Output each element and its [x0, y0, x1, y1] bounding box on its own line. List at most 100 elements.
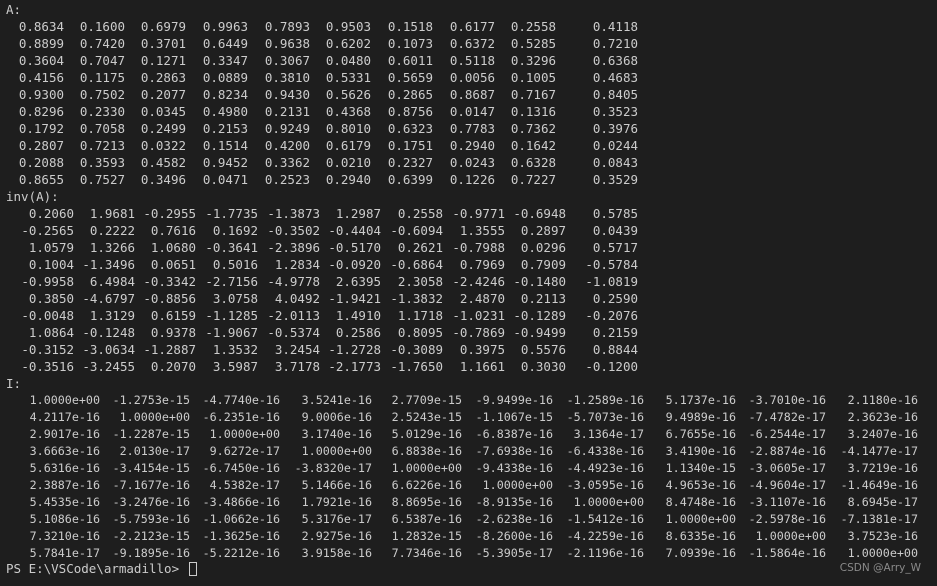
matrix-cell: 0.7058: [79, 121, 125, 136]
matrix-cell: 0.8634: [18, 19, 64, 34]
matrix-cell: 1.0000e+00: [119, 410, 190, 424]
matrix-cell: 0.2330: [79, 104, 125, 119]
matrix-cell: 0.2088: [18, 155, 64, 170]
matrix-cell: 0.8899: [18, 36, 64, 51]
matrix-cell: 5.6316e-16: [29, 461, 100, 475]
matrix-cell: 0.3362: [264, 155, 310, 170]
matrix-cell: 1.0000e+00: [665, 512, 736, 526]
matrix-cell: 0.1005: [510, 70, 556, 85]
matrix-cell: 9.6272e-17: [209, 444, 280, 458]
matrix-cell: -1.5864e-16: [748, 546, 826, 560]
matrix-cell: 1.0000e+00: [847, 546, 918, 560]
matrix-cell: 7.3210e-16: [29, 529, 100, 543]
matrix-cell: 1.7921e-16: [301, 495, 372, 509]
matrix-cell: -1.0662e-16: [202, 512, 280, 526]
matrix-cell: 0.5118: [449, 53, 495, 68]
matrix-cell: -5.2212e-16: [202, 546, 280, 560]
matrix-cell: 1.1661: [459, 359, 505, 374]
matrix-cell: 0.2558: [397, 206, 443, 221]
matrix-cell: 2.3058: [397, 274, 443, 289]
matrix-cell: 3.5241e-16: [301, 393, 372, 407]
matrix-cell: 0.0056: [449, 70, 495, 85]
matrix-cell: -1.4649e-16: [840, 478, 918, 492]
matrix-cell: 9.0006e-16: [301, 410, 372, 424]
matrix-cell: 3.2454: [274, 342, 320, 357]
matrix-cell: 3.4190e-16: [665, 444, 736, 458]
matrix-cell: -0.0048: [21, 308, 74, 323]
matrix-cell: 0.6399: [387, 172, 433, 187]
matrix-cell: -7.1381e-17: [840, 512, 918, 526]
matrix-cell: 0.2863: [140, 70, 186, 85]
matrix-cell: 0.1226: [449, 172, 495, 187]
matrix-cell: 0.0439: [592, 223, 638, 238]
matrix-cell: 0.2590: [592, 291, 638, 306]
matrix-cell: -4.4923e-16: [566, 461, 644, 475]
matrix-cell: -6.7450e-16: [202, 461, 280, 475]
matrix-cell: 0.7227: [510, 172, 556, 187]
matrix-cell: -0.5170: [328, 240, 381, 255]
matrix-cell: 1.0000e+00: [209, 427, 280, 441]
matrix-cell: 5.3176e-17: [301, 512, 372, 526]
matrix-cell: 0.3296: [510, 53, 556, 68]
matrix-cell: -4.7740e-16: [202, 393, 280, 407]
matrix-cell: 3.0758: [212, 291, 258, 306]
matrix-cell: 0.2940: [449, 138, 495, 153]
matrix-cell: -5.3905e-17: [475, 546, 553, 560]
matrix-cell: -0.3089: [390, 342, 443, 357]
matrix-cell: 0.3810: [264, 70, 310, 85]
terminal-output[interactable]: A: 0.8634 0.1600 0.6979 0.9963 0.7893 0.9503 0…: [0, 0, 937, 586]
matrix-cell: 0.2499: [140, 121, 186, 136]
matrix-cell: 0.2070: [150, 359, 196, 374]
matrix-cell: -1.3496: [82, 257, 135, 272]
matrix-cell: -0.3342: [143, 274, 196, 289]
matrix-cell: -1.2753e-15: [112, 393, 190, 407]
matrix-cell: -0.1289: [513, 308, 566, 323]
matrix-cell: 0.5626: [325, 87, 371, 102]
matrix-cell: 3.7523e-16: [847, 529, 918, 543]
matrix-cell: -3.4866e-16: [202, 495, 280, 509]
matrix-cell: -6.2544e-17: [748, 427, 826, 441]
matrix-cell: 0.9430: [264, 87, 310, 102]
matrix-cell: 1.2832e-15: [391, 529, 462, 543]
matrix-cell: 1.3555: [459, 223, 505, 238]
matrix-cell: 0.7969: [459, 257, 505, 272]
matrix-cell: 0.2621: [397, 240, 443, 255]
matrix-cell: -5.7073e-16: [566, 410, 644, 424]
matrix-cell: -0.7988: [452, 240, 505, 255]
matrix-cell: 0.6011: [387, 53, 433, 68]
matrix-cell: 0.1004: [28, 257, 74, 272]
matrix-cell: -0.2565: [21, 223, 74, 238]
matrix-cell: 0.3523: [592, 104, 638, 119]
matrix-cell: 0.3067: [264, 53, 310, 68]
matrix-cell: 0.3496: [140, 172, 186, 187]
matrix-cell: 0.1316: [510, 104, 556, 119]
matrix-cell: 0.1175: [79, 70, 125, 85]
matrix-cell: -0.7869: [452, 325, 505, 340]
matrix-cell: -1.2728: [328, 342, 381, 357]
matrix-cell: 0.2897: [520, 223, 566, 238]
matrix-cell: -6.2351e-16: [202, 410, 280, 424]
matrix-cell: -1.3625e-16: [202, 529, 280, 543]
command-prompt[interactable]: PS E:\VSCode\armadillo>: [6, 560, 197, 577]
matrix-cell: 0.2558: [510, 19, 556, 34]
matrix-cell: 1.3129: [89, 308, 135, 323]
matrix-cell: -3.0595e-16: [566, 478, 644, 492]
matrix-cell: 0.0889: [202, 70, 248, 85]
matrix-cell: 0.2153: [202, 121, 248, 136]
matrix-cell: 1.1718: [397, 308, 443, 323]
matrix-cell: 0.0345: [140, 104, 186, 119]
matrix-cell: 0.4156: [18, 70, 64, 85]
matrix-cell: 0.3976: [592, 121, 638, 136]
matrix-cell: -7.4782e-17: [748, 410, 826, 424]
matrix-cell: -1.9067: [205, 325, 258, 340]
matrix-cell: -2.3896: [267, 240, 320, 255]
matrix-cell: -4.9778: [267, 274, 320, 289]
matrix-cell: 0.4200: [264, 138, 310, 153]
matrix-cell: 1.3532: [212, 342, 258, 357]
matrix-cell: 0.0471: [202, 172, 248, 187]
matrix-cell: 0.1751: [387, 138, 433, 153]
matrix-cell: 0.2077: [140, 87, 186, 102]
matrix-cell: 5.1737e-16: [665, 393, 736, 407]
matrix-cell: 0.0147: [449, 104, 495, 119]
matrix-i-label: I:: [6, 376, 22, 391]
